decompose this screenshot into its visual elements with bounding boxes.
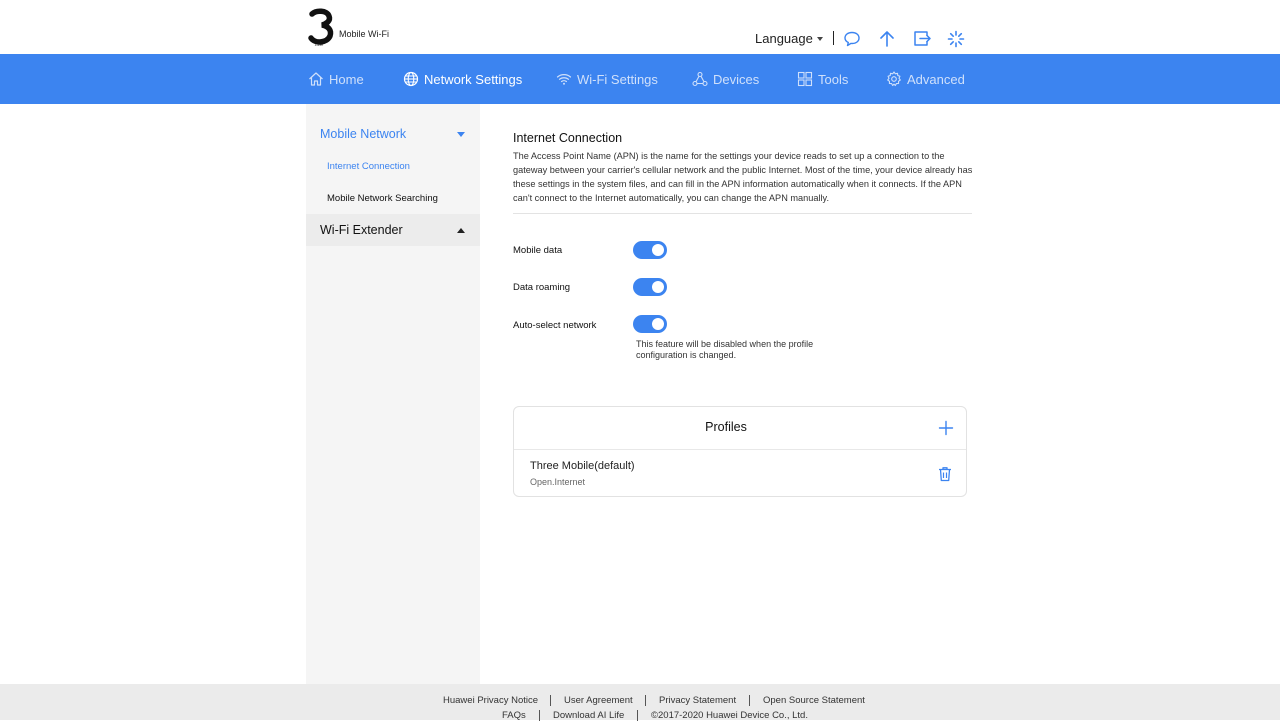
mobile-data-label: Mobile data: [513, 245, 563, 256]
footer-link-open-source[interactable]: Open Source Statement: [763, 695, 865, 706]
page-title: Internet Connection: [513, 131, 623, 145]
nav-tools-label: Tools: [818, 71, 849, 87]
nav-wifi-settings[interactable]: Wi-Fi Settings: [556, 54, 658, 104]
footer-link-privacy-notice[interactable]: Huawei Privacy Notice: [443, 695, 538, 706]
auto-select-network-label: Auto-select network: [513, 320, 597, 331]
wifi-icon: [556, 74, 572, 85]
profiles-title: Profiles: [705, 420, 747, 434]
upload-icon[interactable]: [877, 29, 897, 49]
auto-select-hint: This feature will be disabled when the p…: [636, 339, 814, 360]
three-logo: Three: [305, 7, 337, 47]
toggle-knob: [652, 244, 664, 256]
footer-link-user-agreement[interactable]: User Agreement: [564, 695, 633, 706]
globe-icon: [403, 71, 419, 87]
svg-text:Three: Three: [314, 42, 324, 47]
profile-apn: Open.Internet: [530, 477, 586, 487]
nav-home[interactable]: Home: [308, 54, 364, 104]
language-selector[interactable]: Language: [755, 31, 823, 46]
gear-icon: [887, 71, 901, 87]
nav-network-settings[interactable]: Network Settings: [403, 54, 522, 104]
auto-select-network-toggle[interactable]: [633, 315, 667, 333]
nav-tools[interactable]: Tools: [797, 54, 848, 104]
nav-advanced[interactable]: Advanced: [886, 54, 965, 104]
trash-icon: [939, 467, 951, 482]
top-header: Three Mobile Wi-Fi Language: [0, 0, 1280, 54]
profiles-header: Profiles: [514, 407, 966, 450]
home-icon: [309, 72, 323, 86]
sidebar-group-mobile-network[interactable]: Mobile Network: [306, 118, 480, 150]
plus-icon: [938, 420, 954, 436]
mobile-data-toggle[interactable]: [633, 241, 667, 259]
nav-network-settings-label: Network Settings: [424, 71, 523, 87]
caret-down-icon: [816, 37, 823, 41]
profiles-card: Profiles Three Mobile(default) Open.Inte…: [513, 406, 967, 497]
sidebar-item-mobile-network-searching[interactable]: Mobile Network Searching: [327, 193, 438, 204]
profile-name: Three Mobile(default): [530, 460, 635, 472]
footer-separator: [539, 710, 540, 721]
sidebar-item-internet-connection[interactable]: Internet Connection: [327, 161, 410, 172]
nav-devices[interactable]: Devices: [692, 54, 759, 104]
header-separator: [833, 31, 834, 45]
tools-icon: [797, 71, 813, 87]
data-roaming-label: Data roaming: [513, 282, 571, 293]
main-nav: Home Network Settings Wi-Fi Settings Dev…: [0, 54, 1280, 104]
loading-icon[interactable]: [946, 29, 966, 49]
footer-separator: [550, 695, 551, 706]
message-icon[interactable]: [842, 29, 862, 49]
footer-link-faqs[interactable]: FAQs: [502, 710, 526, 721]
nav-home-label: Home: [329, 71, 364, 87]
nav-wifi-settings-label: Wi-Fi Settings: [577, 71, 658, 87]
nav-devices-label: Devices: [713, 71, 760, 87]
sidebar: Mobile Network Internet Connection Mobil…: [306, 104, 480, 684]
toggle-knob: [652, 281, 664, 293]
data-roaming-toggle[interactable]: [633, 278, 667, 296]
sidebar-group-wifi-extender[interactable]: Wi-Fi Extender: [306, 214, 480, 246]
footer-link-privacy-statement[interactable]: Privacy Statement: [659, 695, 736, 706]
chevron-up-icon: [457, 227, 465, 233]
delete-profile-button[interactable]: [938, 466, 952, 482]
sidebar-group-label: Wi-Fi Extender: [320, 223, 403, 237]
language-label: Language: [755, 31, 813, 46]
footer-separator: [749, 695, 750, 706]
section-divider: [513, 213, 972, 214]
nav-advanced-label: Advanced: [907, 71, 965, 87]
page-description: The Access Point Name (APN) is the name …: [513, 151, 973, 203]
add-profile-button[interactable]: [938, 420, 954, 436]
devices-icon: [692, 71, 708, 87]
logo-text: Mobile Wi-Fi: [339, 29, 390, 39]
footer-copyright: ©2017-2020 Huawei Device Co., Ltd.: [651, 710, 808, 721]
footer-link-download-ai-life[interactable]: Download AI Life: [553, 710, 624, 721]
toggle-knob: [652, 318, 664, 330]
footer-separator: [645, 695, 646, 706]
sidebar-group-label: Mobile Network: [320, 127, 407, 141]
chevron-down-icon: [457, 131, 465, 137]
footer-separator: [637, 710, 638, 721]
logout-icon[interactable]: [912, 29, 932, 49]
footer: Huawei Privacy Notice User Agreement Pri…: [0, 684, 1280, 721]
